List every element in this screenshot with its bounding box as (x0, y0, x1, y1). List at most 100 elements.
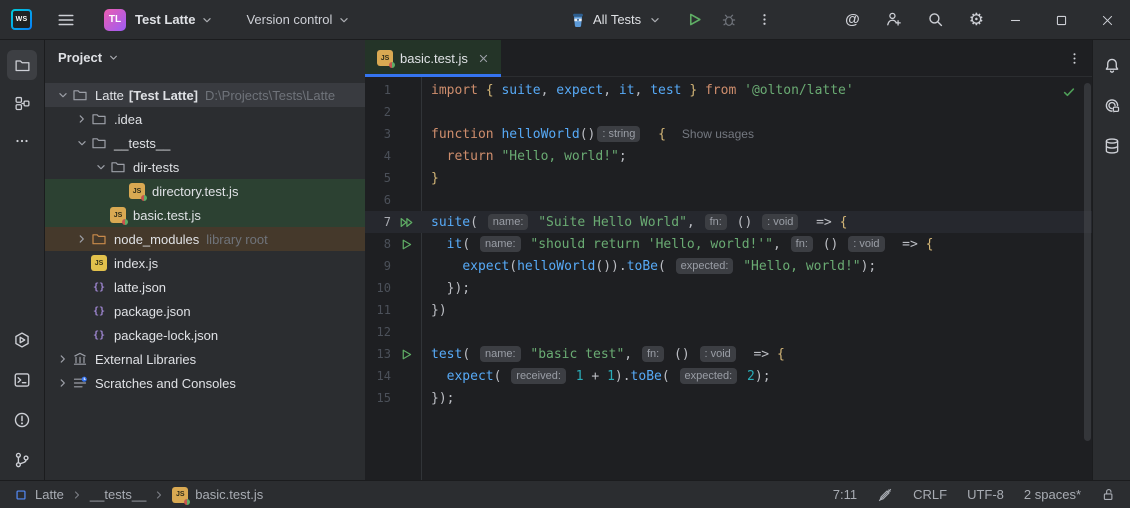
git-tool-button[interactable] (0, 440, 45, 480)
encoding-widget[interactable]: UTF-8 (967, 487, 1004, 502)
tab-options-icon[interactable] (1067, 51, 1082, 66)
tree-item[interactable]: basic.test.js (45, 203, 365, 227)
tree-item[interactable]: package-lock.json (45, 323, 365, 347)
code-token: ( (509, 259, 517, 274)
tree-item[interactable]: External Libraries (45, 347, 365, 371)
debug-button[interactable] (721, 12, 737, 28)
problems-tool-button[interactable] (0, 400, 45, 440)
tree-item[interactable]: Latte[Test Latte]D:\Projects\Tests\Latte (45, 83, 365, 107)
chevron-down-icon[interactable] (72, 136, 91, 150)
search-everywhere-icon[interactable] (927, 11, 944, 28)
terminal-tool-button[interactable] (0, 360, 45, 400)
code-token: test (431, 347, 462, 362)
tree-item[interactable]: latte.json (45, 275, 365, 299)
tree-item[interactable]: node_moduleslibrary root (45, 227, 365, 251)
ai-chat-icon (1103, 97, 1121, 115)
editor-tab[interactable]: basic.test.js (365, 40, 501, 77)
code-line[interactable]: 6 (365, 189, 1092, 211)
notifications-button[interactable] (1093, 46, 1130, 86)
code-line[interactable]: 11}) (365, 299, 1092, 321)
inline-hint: expected: (680, 368, 738, 384)
tree-item[interactable]: index.js (45, 251, 365, 275)
project-widget[interactable]: Test Latte (126, 12, 214, 27)
vcs-widget[interactable]: Version control (246, 12, 351, 27)
code-with-me-icon[interactable] (885, 11, 902, 28)
more-tool-windows-button[interactable] (0, 122, 45, 159)
code-line[interactable]: 9 expect(helloWorld()).toBe( expected: "… (365, 255, 1092, 277)
run-button[interactable] (686, 11, 703, 28)
caret-position-widget[interactable]: 7:11 (833, 487, 857, 502)
code-text: }); (421, 391, 454, 406)
webstorm-logo-icon[interactable]: WS (11, 9, 32, 30)
highlighting-level-icon[interactable] (877, 487, 893, 503)
code-token: ( (462, 237, 478, 252)
project-panel-header[interactable]: Project (45, 40, 365, 74)
ai-chat-button[interactable] (1093, 86, 1130, 126)
code-line[interactable]: 4 return "Hello, world!"; (365, 145, 1092, 167)
editor-scrollbar[interactable] (1084, 83, 1091, 441)
chevron-right-icon[interactable] (72, 112, 91, 126)
code-line[interactable]: 1import { suite, expect, it, test } from… (365, 79, 1092, 101)
run-tool-button[interactable] (0, 320, 45, 360)
chevron-right-icon[interactable] (53, 352, 72, 366)
line-number: 9 (365, 259, 391, 273)
code-token: }); (431, 281, 470, 296)
more-actions-icon[interactable] (757, 12, 772, 27)
project-avatar[interactable]: TL (104, 9, 126, 31)
breadcrumb-item[interactable]: basic.test.js (195, 487, 263, 502)
inline-hint: expected: (676, 258, 734, 274)
tree-item[interactable]: __tests__ (45, 131, 365, 155)
folder-icon (91, 111, 107, 127)
run-test-icon[interactable] (391, 348, 421, 361)
chevron-down-icon (107, 51, 120, 64)
inline-hint: : void (762, 214, 798, 230)
run-test-icon[interactable] (391, 238, 421, 251)
code-token: toBe (631, 369, 662, 384)
editor-body[interactable]: 1import { suite, expect, it, test } from… (365, 77, 1092, 480)
tree-item[interactable]: package.json (45, 299, 365, 323)
breadcrumb-item[interactable]: Latte (35, 487, 64, 502)
tree-item[interactable]: Scratches and Consoles (45, 371, 365, 395)
indent-widget[interactable]: 2 spaces* (1024, 487, 1081, 502)
minimize-button[interactable] (992, 0, 1038, 40)
inspections-ok-icon[interactable] (1062, 85, 1076, 99)
close-button[interactable] (1084, 0, 1130, 40)
line-separator-widget[interactable]: CRLF (913, 487, 947, 502)
settings-icon[interactable] (969, 11, 984, 28)
code-line[interactable]: 15}); (365, 387, 1092, 409)
code-token: () (729, 215, 760, 230)
chevron-right-icon[interactable] (72, 232, 91, 246)
tree-item-label: Latte (95, 88, 124, 103)
tree-item[interactable]: directory.test.js (45, 179, 365, 203)
code-line[interactable]: 12 (365, 321, 1092, 343)
code-line[interactable]: 3function helloWorld(): string {Show usa… (365, 123, 1092, 145)
code-token: it (447, 237, 463, 252)
main-menu-icon[interactable] (57, 11, 75, 29)
run-all-tests-icon[interactable] (391, 216, 421, 229)
json-file-icon (91, 327, 107, 343)
tree-item-label: package-lock.json (114, 328, 218, 343)
folder-icon (14, 57, 31, 74)
maximize-button[interactable] (1038, 0, 1084, 40)
code-line[interactable]: 10 }); (365, 277, 1092, 299)
close-tab-icon[interactable] (478, 53, 489, 64)
code-line[interactable]: 7suite( name: "Suite Hello World", fn: (… (365, 211, 1092, 233)
chevron-right-icon[interactable] (53, 376, 72, 390)
ai-assistant-icon[interactable] (845, 11, 860, 28)
code-line[interactable]: 5} (365, 167, 1092, 189)
code-line[interactable]: 2 (365, 101, 1092, 123)
run-configuration-select[interactable]: All Tests (570, 12, 662, 28)
unlocked-icon[interactable] (1101, 487, 1116, 502)
code-line[interactable]: 13test( name: "basic test", fn: () : voi… (365, 343, 1092, 365)
structure-tool-button[interactable] (0, 85, 45, 122)
tree-item[interactable]: .idea (45, 107, 365, 131)
code-line[interactable]: 14 expect( received: 1 + 1).toBe( expect… (365, 365, 1092, 387)
code-vision-hint[interactable]: Show usages (682, 127, 754, 141)
tree-item[interactable]: dir-tests (45, 155, 365, 179)
project-tool-button[interactable] (0, 45, 45, 85)
chevron-down-icon[interactable] (91, 160, 110, 174)
code-line[interactable]: 8 it( name: "should return 'Hello, world… (365, 233, 1092, 255)
database-button[interactable] (1093, 126, 1130, 166)
breadcrumb-item[interactable]: __tests__ (90, 487, 146, 502)
chevron-down-icon[interactable] (53, 88, 72, 102)
